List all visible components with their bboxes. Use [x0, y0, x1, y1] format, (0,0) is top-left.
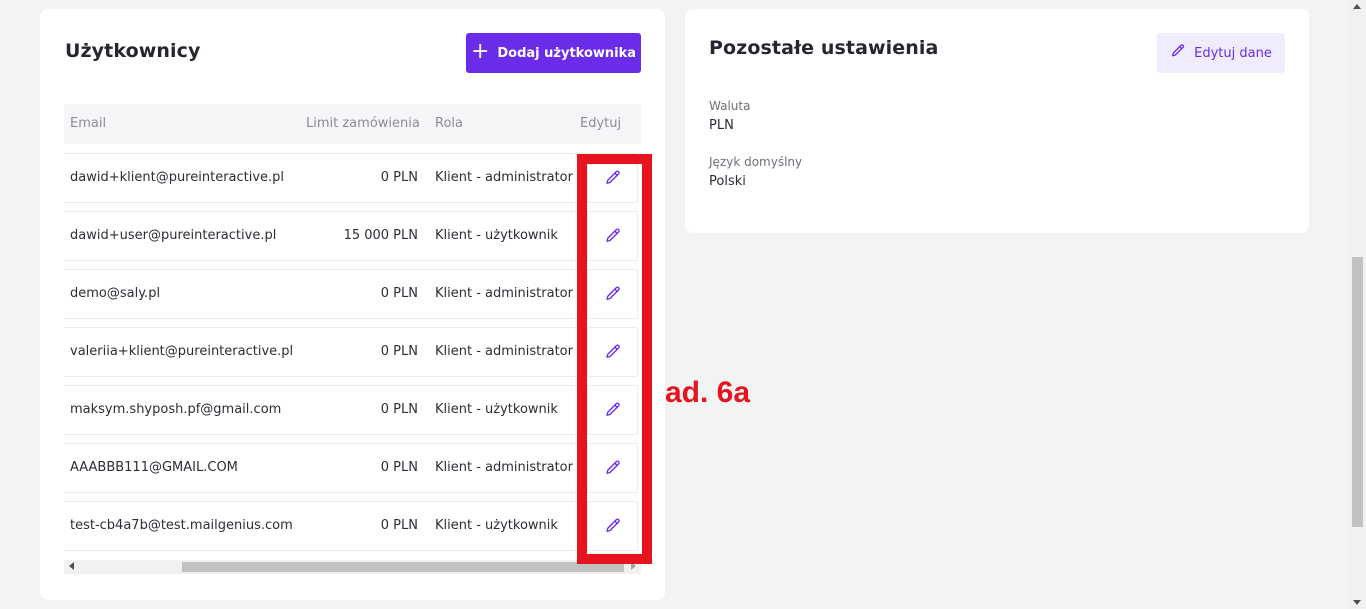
column-header-role: Rola [435, 116, 463, 131]
user-order-limit: 0 PLN [380, 402, 418, 417]
user-order-limit: 0 PLN [380, 518, 418, 533]
settings-title: Pozostałe ustawienia [709, 37, 939, 59]
pencil-icon [1170, 43, 1186, 63]
edit-column-highlight [577, 154, 652, 564]
column-header-email: Email [70, 116, 107, 131]
column-header-limit: Limit zamówienia [306, 116, 420, 131]
table-row: AAABBB111@GMAIL.COM 0 PLN Klient - adminis… [64, 443, 638, 493]
currency-label: Waluta [709, 99, 751, 113]
table-row: valeriia+klient@pureinteractive.pl 0 PLN K… [64, 327, 638, 377]
edit-settings-button[interactable]: Edytuj dane [1157, 33, 1285, 73]
scroll-down-icon[interactable] [1353, 600, 1361, 605]
table-horizontal-scrollbar[interactable] [64, 560, 641, 574]
user-role: Klient - użytkownik [435, 228, 558, 243]
table-row: dawid+klient@pureinteractive.pl 0 PLN Klie… [64, 153, 638, 203]
settings-card: Pozostałe ustawienia Edytuj dane Waluta … [685, 9, 1309, 233]
users-table-header: Email Limit zamówienia Rola Edytuj [64, 104, 641, 144]
user-email: dawid+klient@pureinteractive.pl [70, 170, 285, 185]
column-header-edit: Edytuj [580, 116, 622, 131]
user-order-limit: 0 PLN [380, 344, 418, 359]
plus-icon: + [470, 39, 490, 64]
users-title: Użytkownicy [65, 40, 201, 62]
user-email: maksym.shyposh.pf@gmail.com [70, 402, 282, 417]
edit-settings-button-label: Edytuj dane [1194, 45, 1272, 61]
scroll-up-icon[interactable] [1353, 4, 1361, 9]
table-row: dawid+user@pureinteractive.pl 15 000 PLN K… [64, 211, 638, 261]
user-order-limit: 0 PLN [380, 170, 418, 185]
user-role: Klient - administrator [435, 170, 573, 185]
user-order-limit: 0 PLN [380, 286, 418, 301]
user-email: AAABBB111@GMAIL.COM [70, 460, 238, 475]
users-card: Użytkownicy + Dodaj użytkownika Email Li… [40, 9, 665, 600]
user-email: demo@saly.pl [70, 286, 161, 301]
annotation-label: ad. 6a [665, 376, 751, 409]
user-order-limit: 0 PLN [380, 460, 418, 475]
currency-value: PLN [709, 118, 734, 133]
add-user-button[interactable]: + Dodaj użytkownika [466, 33, 641, 73]
user-role: Klient - użytkownik [435, 402, 558, 417]
user-email: valeriia+klient@pureinteractive.pl [70, 344, 294, 359]
user-order-limit: 15 000 PLN [343, 228, 418, 243]
table-row: maksym.shyposh.pf@gmail.com 0 PLN Klient -… [64, 385, 638, 435]
table-scrollbar-thumb[interactable] [182, 562, 624, 572]
user-role: Klient - użytkownik [435, 518, 558, 533]
table-row: test-cb4a7b@test.mailgenius.com 0 PLN Klie… [64, 501, 638, 551]
user-role: Klient - administrator [435, 460, 573, 475]
scroll-left-icon[interactable] [69, 562, 74, 570]
add-user-button-label: Dodaj użytkownika [497, 45, 637, 61]
table-row: demo@saly.pl 0 PLN Klient - administrator [64, 269, 638, 319]
user-email: dawid+user@pureinteractive.pl [70, 228, 277, 243]
language-value: Polski [709, 174, 746, 189]
user-role: Klient - administrator [435, 344, 573, 359]
page-vertical-scrollbar[interactable] [1349, 0, 1366, 609]
language-label: Język domyślny [709, 155, 803, 169]
user-email: test-cb4a7b@test.mailgenius.com [70, 518, 293, 533]
user-role: Klient - administrator [435, 286, 573, 301]
page-scrollbar-thumb[interactable] [1352, 257, 1363, 527]
